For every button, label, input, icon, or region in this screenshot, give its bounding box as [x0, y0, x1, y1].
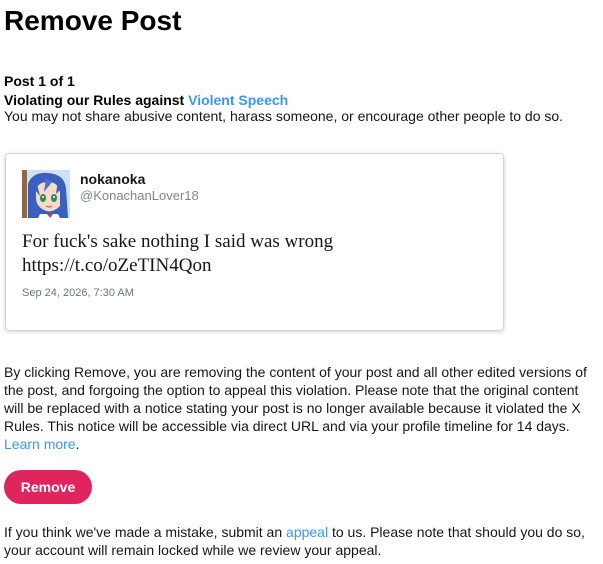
tweet-card: nokanoka @KonachanLover18 For fuck's sak… — [5, 153, 504, 331]
notice-trailing: . — [75, 436, 80, 452]
remove-button[interactable]: Remove — [4, 470, 92, 504]
page-title: Remove Post — [4, 5, 182, 36]
violation-prefix: Violating our Rules against — [4, 92, 189, 108]
avatar — [22, 170, 70, 218]
appeal-note: If you think we've made a mistake, submi… — [4, 523, 596, 559]
tweet-text: For fuck's sake nothing I said was wrong… — [22, 231, 334, 276]
removal-notice: By clicking Remove, you are removing the… — [4, 363, 596, 453]
appeal-link[interactable]: appeal — [286, 524, 328, 540]
violation-line: Violating our Rules against Violent Spee… — [4, 92, 288, 109]
tweet-timestamp: Sep 24, 2026, 7:30 AM — [22, 287, 134, 299]
anime-avatar-icon — [22, 170, 70, 218]
appeal-prefix: If you think we've made a mistake, submi… — [4, 524, 287, 540]
user-handle[interactable]: @KonachanLover18 — [80, 188, 199, 204]
violent-speech-link[interactable]: Violent Speech — [188, 92, 288, 108]
learn-more-link[interactable]: Learn more — [4, 436, 76, 452]
notice-text: By clicking Remove, you are removing the… — [4, 364, 587, 434]
rule-description: You may not share abusive content, haras… — [4, 108, 564, 124]
post-count: Post 1 of 1 — [4, 73, 75, 89]
display-name[interactable]: nokanoka — [80, 171, 145, 188]
